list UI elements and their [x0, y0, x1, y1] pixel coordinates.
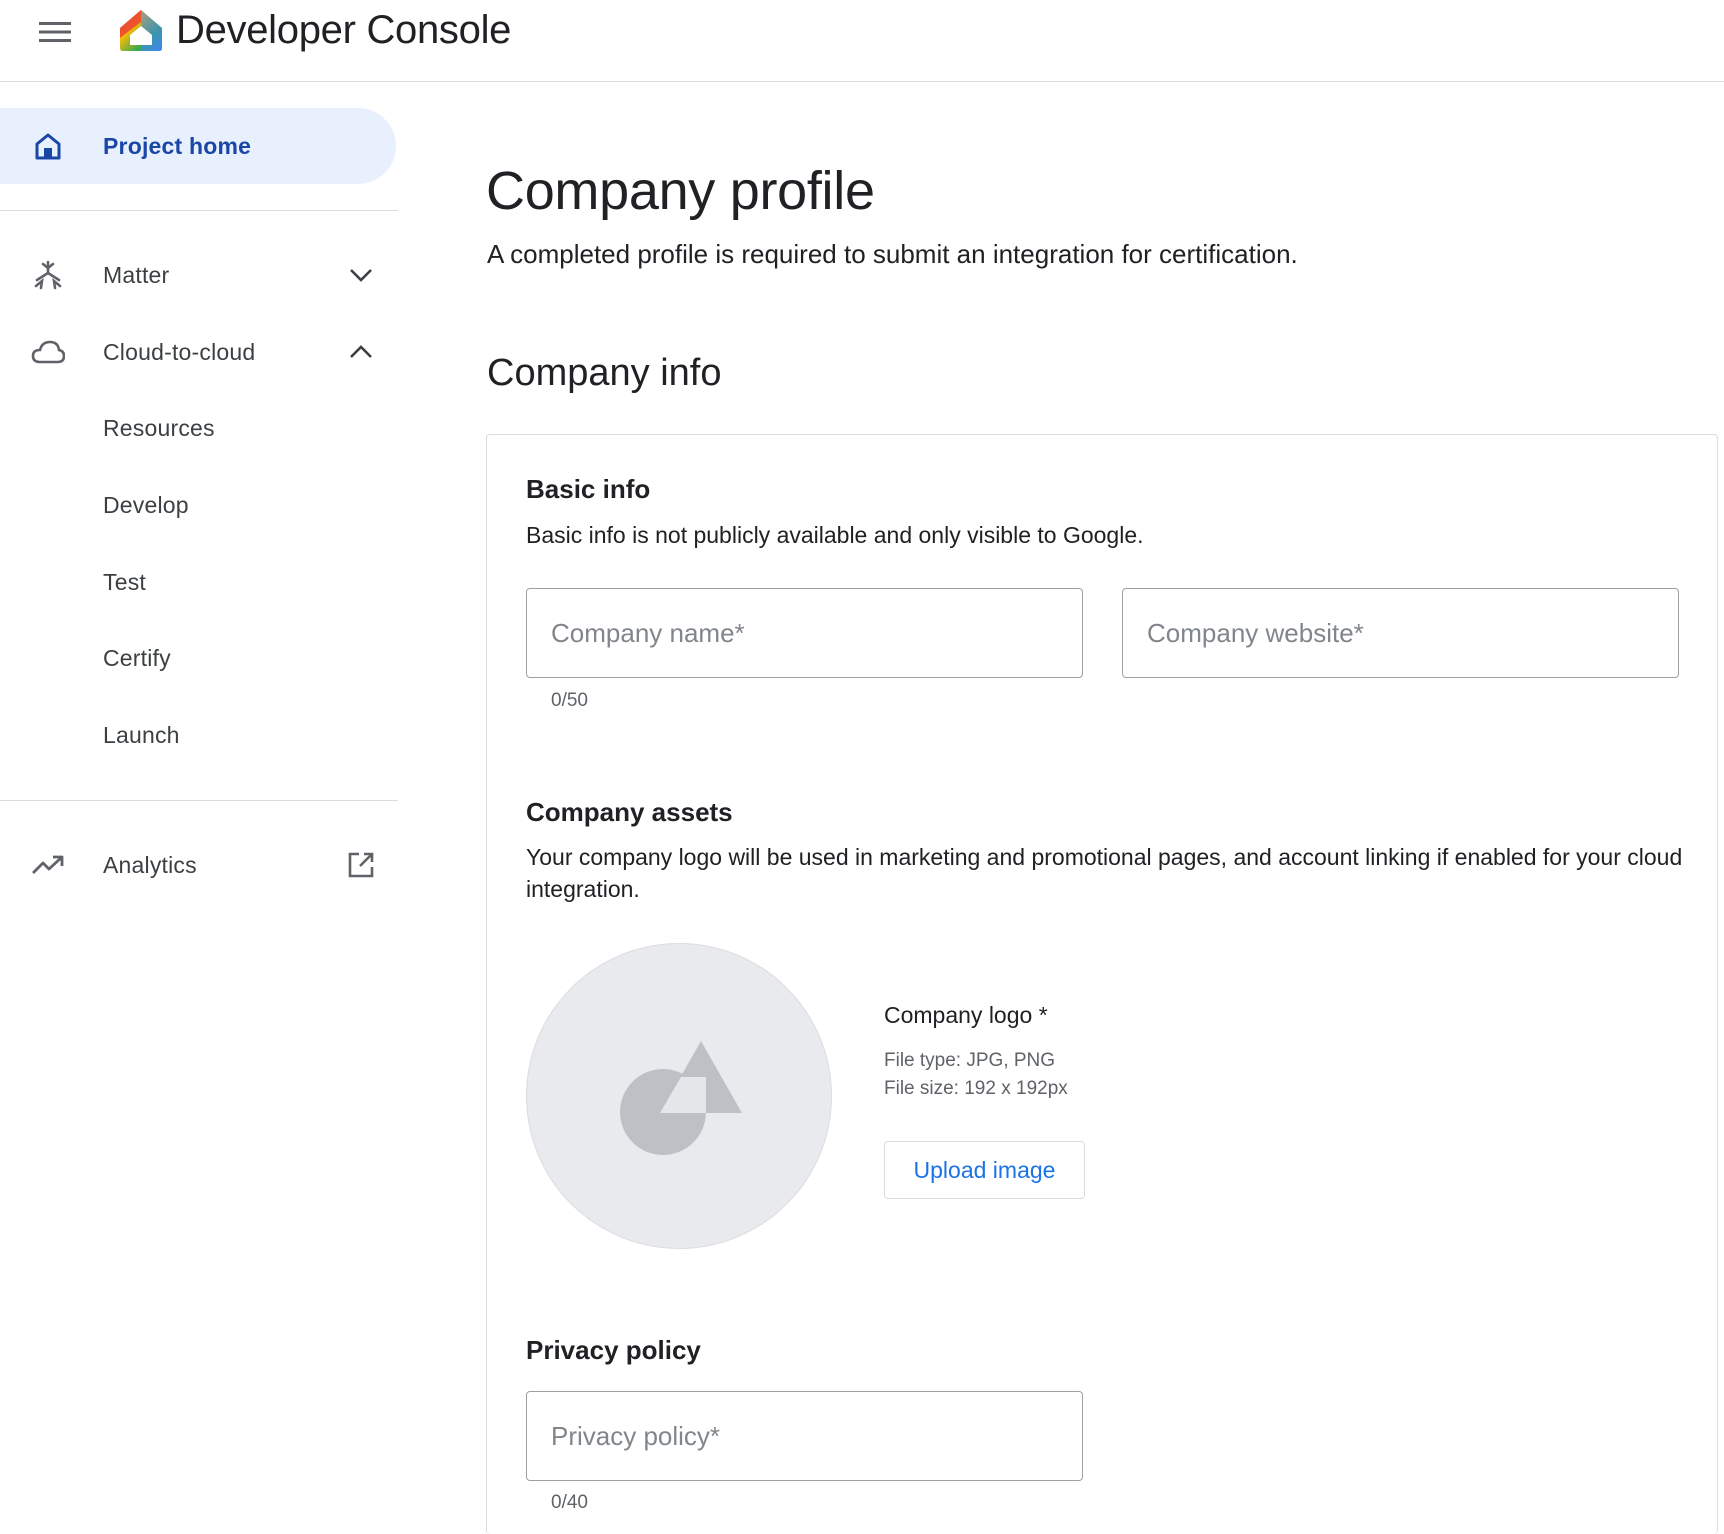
app-title: Developer Console [176, 8, 512, 52]
company-name-input[interactable] [527, 589, 1082, 677]
company-name-counter: 0/50 [551, 690, 588, 711]
privacy-policy-field[interactable] [526, 1391, 1083, 1481]
company-website-input[interactable] [1123, 589, 1678, 677]
section-title-company-info: Company info [487, 352, 722, 394]
sidebar-item-label: Develop [103, 491, 189, 518]
privacy-policy-counter: 0/40 [551, 1492, 588, 1513]
sidebar-divider [0, 800, 398, 801]
sidebar-subitem-resources[interactable]: Resources [0, 395, 398, 461]
privacy-policy-heading: Privacy policy [526, 1335, 701, 1365]
sidebar-subitem-certify[interactable]: Certify [0, 625, 398, 691]
logo-preview [526, 943, 832, 1249]
sidebar-item-label: Analytics [103, 851, 197, 878]
sidebar-divider [0, 210, 398, 211]
google-home-logo [118, 8, 164, 52]
file-type-info: File type: JPG, PNG [884, 1050, 1056, 1071]
company-website-field[interactable] [1122, 588, 1679, 678]
sidebar-item-label: Certify [103, 644, 171, 671]
company-name-field[interactable] [526, 588, 1083, 678]
matter-icon [30, 257, 66, 293]
file-size-info: File size: 192 x 192px [884, 1078, 1068, 1099]
company-assets-description: Your company logo will be used in market… [526, 844, 1683, 902]
privacy-policy-input[interactable] [527, 1392, 1082, 1480]
cloud-icon [30, 334, 66, 370]
sidebar-item-cloud-to-cloud[interactable]: Cloud-to-cloud [0, 314, 398, 390]
company-assets-heading: Company assets [526, 797, 733, 827]
page-subtitle: A completed profile is required to submi… [487, 239, 1298, 269]
trending-up-icon [30, 847, 66, 883]
sidebar-item-label: Cloud-to-cloud [103, 338, 256, 365]
sidebar-item-matter[interactable]: Matter [0, 237, 398, 313]
image-placeholder-icon [620, 1041, 742, 1155]
sidebar-item-project-home[interactable]: Project home [0, 108, 396, 184]
sidebar-item-analytics[interactable]: Analytics [0, 827, 398, 903]
sidebar-subitem-test[interactable]: Test [0, 549, 398, 615]
chevron-up-icon[interactable] [344, 335, 378, 369]
upload-image-button[interactable]: Upload image [884, 1141, 1085, 1199]
top-app-bar: Developer Console [0, 0, 1724, 82]
sidebar-nav: Project home Matter Cloud-to-cloud Resou… [0, 82, 398, 1512]
sidebar-item-label: Matter [103, 261, 170, 288]
company-logo-label: Company logo * [884, 1002, 1048, 1028]
sidebar-item-label: Resources [103, 414, 215, 441]
sidebar-item-label: Project home [103, 132, 252, 159]
sidebar-item-label: Test [103, 568, 146, 595]
basic-info-description: Basic info is not publicly available and… [526, 522, 1144, 548]
sidebar-subitem-develop[interactable]: Develop [0, 472, 398, 538]
sidebar-subitem-launch[interactable]: Launch [0, 702, 398, 768]
page-title: Company profile [486, 161, 875, 221]
home-icon [30, 128, 66, 164]
basic-info-heading: Basic info [526, 474, 651, 504]
open-in-new-icon[interactable] [344, 848, 378, 882]
sidebar-item-label: Launch [103, 721, 180, 748]
chevron-down-icon[interactable] [344, 258, 378, 292]
hamburger-menu-icon[interactable] [34, 12, 76, 52]
